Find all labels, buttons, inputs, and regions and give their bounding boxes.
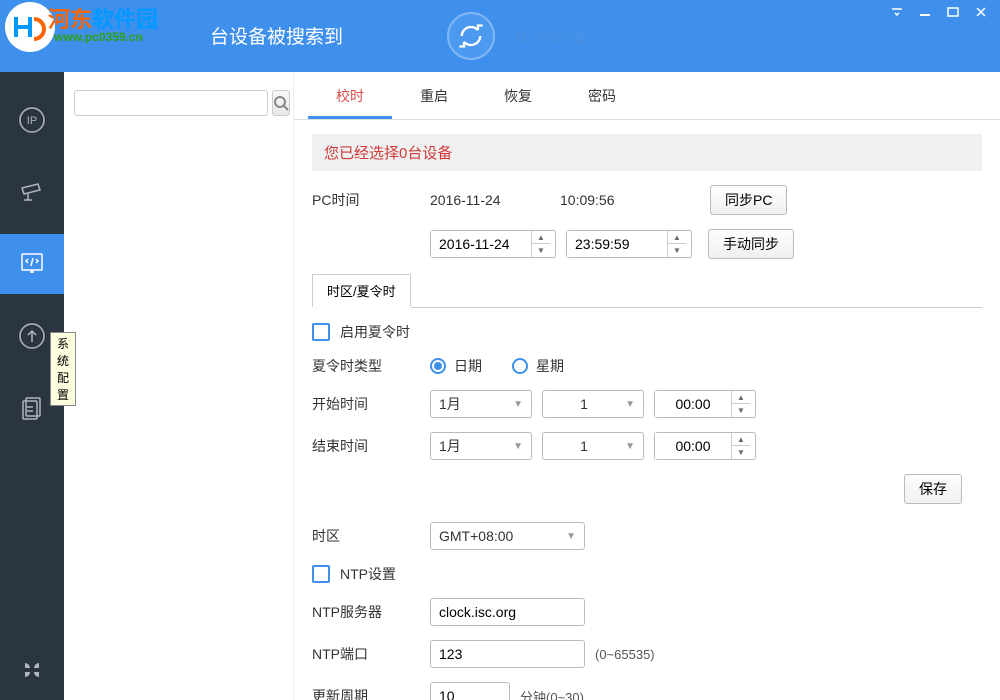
pc-time-label: PC时间 — [312, 190, 430, 210]
ntp-port-hint: (0~65535) — [595, 647, 655, 662]
start-month-select[interactable]: 1月▼ — [430, 390, 532, 418]
save-dst-button[interactable]: 保存 — [904, 474, 962, 504]
start-time-label: 开始时间 — [312, 394, 430, 414]
manual-sync-button[interactable]: 手动同步 — [708, 229, 794, 259]
ntp-checkbox[interactable] — [312, 565, 330, 583]
ntp-port-label: NTP端口 — [312, 644, 430, 664]
sidebar: IP 系统配置 — [0, 72, 64, 700]
tab-restart[interactable]: 重启 — [392, 72, 476, 119]
update-period-input[interactable] — [430, 682, 510, 700]
sidebar-item-apps[interactable] — [0, 640, 64, 700]
update-period-label: 更新周期 — [312, 686, 430, 700]
tab-time[interactable]: 校时 — [308, 72, 392, 119]
sync-pc-button[interactable]: 同步PC — [710, 185, 787, 215]
manual-date-input[interactable]: ▲▼ — [430, 230, 556, 258]
ntp-server-input[interactable] — [430, 598, 585, 626]
logo-watermark: 河东软件园 www.pc0359.cn — [0, 0, 170, 50]
sidebar-item-ip[interactable]: IP — [0, 90, 64, 150]
timezone-label: 时区 — [312, 526, 430, 546]
chevron-down-icon[interactable]: ▼ — [732, 404, 750, 417]
chevron-down-icon[interactable]: ▼ — [668, 244, 686, 257]
svg-text:IP: IP — [27, 115, 37, 127]
tab-password[interactable]: 密码 — [560, 72, 644, 119]
apps-icon — [18, 656, 46, 684]
search-icon — [273, 95, 289, 111]
tooltip: 系统配置 — [50, 332, 76, 406]
content-panel: 校时 重启 恢复 密码 您已经选择0台设备 PC时间 2016-11-24 10… — [294, 72, 1000, 700]
device-search-input[interactable] — [74, 90, 268, 116]
search-settings-link[interactable]: 搜索设置 — [512, 28, 586, 47]
logo-url: www.pc0359.cn — [54, 30, 143, 44]
search-settings-label: 搜索设置 — [534, 28, 586, 47]
files-icon — [18, 394, 46, 422]
pc-time-value: 10:09:56 — [560, 192, 710, 208]
sidebar-item-config[interactable] — [0, 234, 64, 294]
minimize-icon[interactable] — [918, 6, 932, 18]
start-day-select[interactable]: 1▼ — [542, 390, 644, 418]
refresh-button[interactable] — [447, 12, 495, 60]
enable-dst-checkbox[interactable] — [312, 323, 330, 341]
end-month-select[interactable]: 1月▼ — [430, 432, 532, 460]
chevron-down-icon: ▼ — [566, 531, 576, 542]
timezone-select[interactable]: GMT+08:00▼ — [430, 522, 585, 550]
tools-icon — [18, 250, 46, 278]
maximize-icon[interactable] — [946, 6, 960, 18]
device-list-panel — [64, 72, 294, 700]
selection-alert: 您已经选择0台设备 — [312, 134, 982, 171]
window-controls — [890, 6, 988, 18]
dst-date-label: 日期 — [454, 356, 482, 376]
period-unit-label: 分钟(0~30) — [520, 687, 584, 700]
enable-dst-label: 启用夏令时 — [340, 322, 410, 342]
device-search-button[interactable] — [272, 90, 290, 116]
end-day-select[interactable]: 1▼ — [542, 432, 644, 460]
page-title: 台设备被搜索到 — [210, 22, 343, 49]
dst-week-label: 星期 — [536, 356, 564, 376]
gear-icon — [512, 30, 528, 46]
ntp-port-input[interactable] — [430, 640, 585, 668]
upload-icon — [18, 322, 46, 350]
pc-date-value: 2016-11-24 — [430, 192, 560, 208]
dst-date-radio[interactable] — [430, 358, 446, 374]
ip-icon: IP — [18, 106, 46, 134]
end-time-label: 结束时间 — [312, 436, 430, 456]
chevron-up-icon[interactable]: ▲ — [532, 231, 550, 244]
dst-type-label: 夏令时类型 — [312, 356, 430, 376]
chevron-down-icon: ▼ — [625, 441, 635, 452]
chevron-up-icon[interactable]: ▲ — [732, 433, 750, 446]
chevron-down-icon[interactable]: ▼ — [532, 244, 550, 257]
chevron-down-icon: ▼ — [625, 399, 635, 410]
tab-bar: 校时 重启 恢复 密码 — [294, 72, 1000, 120]
camera-icon — [18, 178, 46, 206]
title-bar: 河东软件园 www.pc0359.cn 台设备被搜索到 搜索设置 — [0, 0, 1000, 72]
ntp-settings-label: NTP设置 — [340, 564, 396, 584]
sidebar-item-camera[interactable] — [0, 162, 64, 222]
chevron-down-icon[interactable]: ▼ — [732, 446, 750, 459]
close-icon[interactable] — [974, 6, 988, 18]
chevron-up-icon[interactable]: ▲ — [732, 391, 750, 404]
tab-restore[interactable]: 恢复 — [476, 72, 560, 119]
chevron-up-icon[interactable]: ▲ — [668, 231, 686, 244]
dst-week-radio[interactable] — [512, 358, 528, 374]
ntp-server-label: NTP服务器 — [312, 602, 430, 622]
dropdown-icon[interactable] — [890, 6, 904, 18]
start-time-input[interactable]: ▲▼ — [654, 390, 756, 418]
chevron-down-icon: ▼ — [513, 399, 523, 410]
timezone-dst-tab[interactable]: 时区/夏令时 — [312, 274, 411, 308]
manual-time-input[interactable]: ▲▼ — [566, 230, 692, 258]
end-time-input[interactable]: ▲▼ — [654, 432, 756, 460]
chevron-down-icon: ▼ — [513, 441, 523, 452]
